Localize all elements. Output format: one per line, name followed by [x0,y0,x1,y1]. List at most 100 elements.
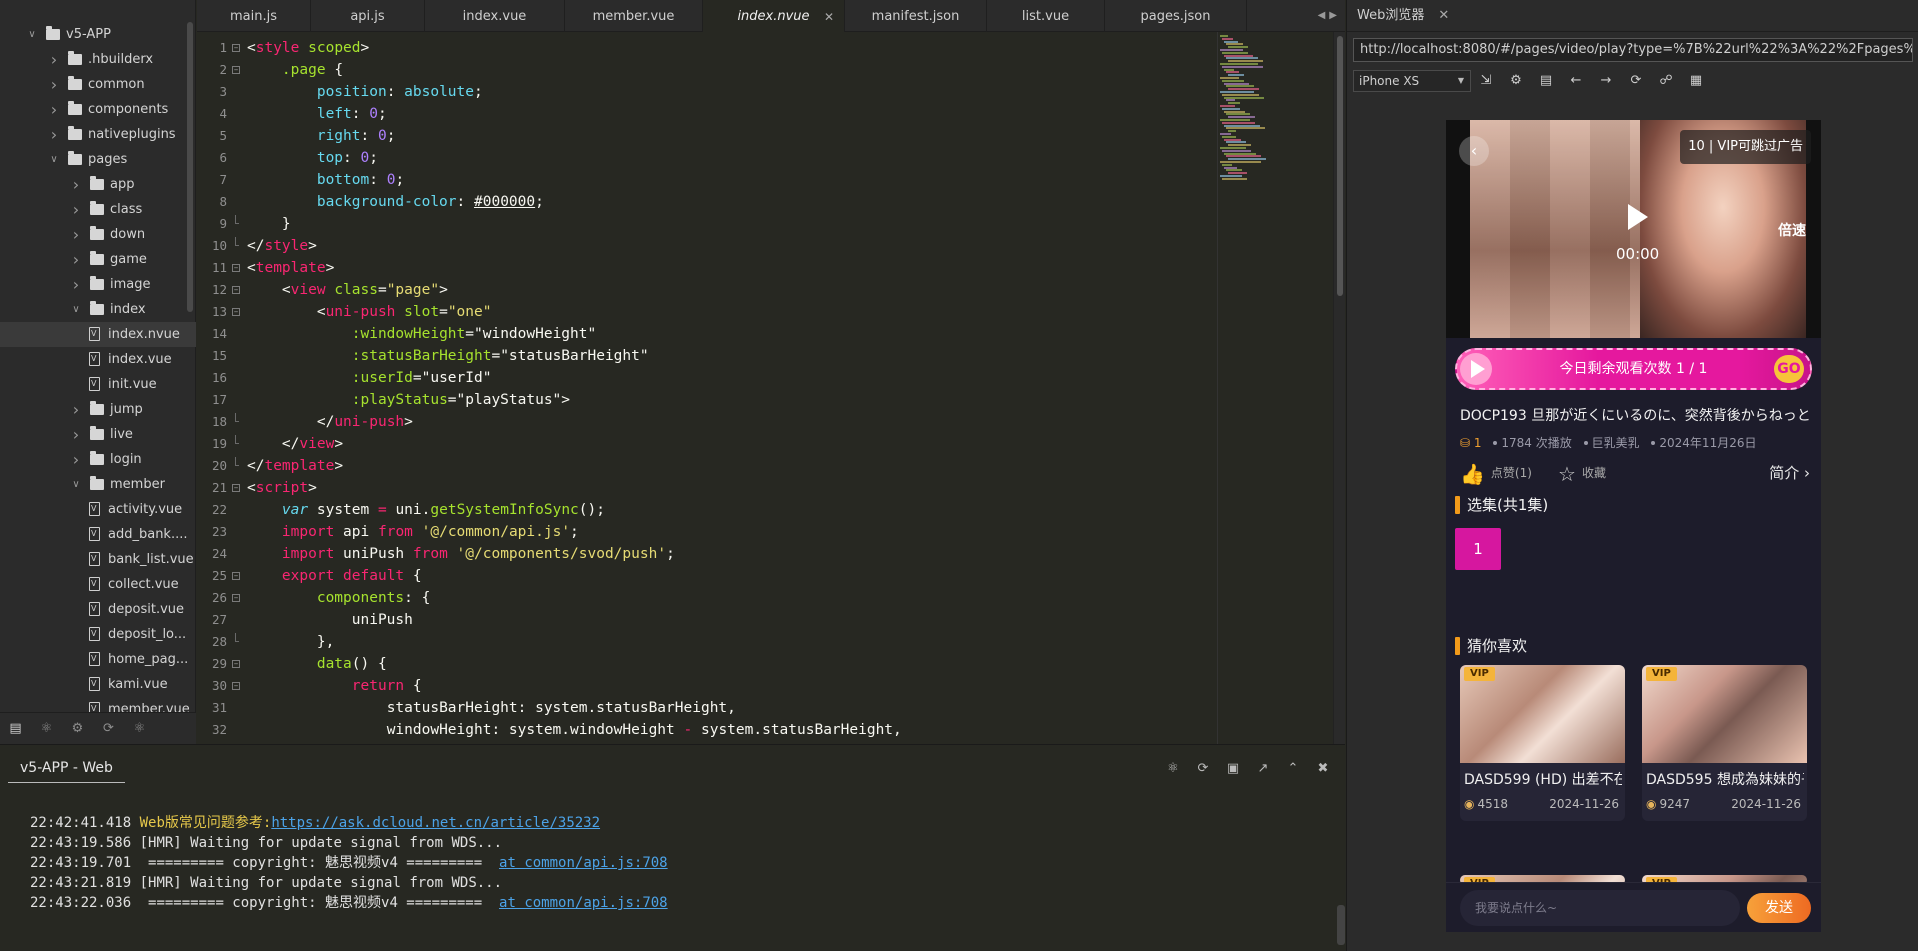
tree-folder[interactable]: › nativeplugins [0,122,196,147]
tree-folder[interactable]: ∨ index [0,297,196,322]
code-area[interactable]: 1− <style scoped> 2− .page {3 position: ab… [212,37,1297,741]
code-line[interactable]: 24 import uniPush from '@/components/svo… [212,543,1297,565]
chevron-right-icon[interactable]: › [48,122,60,147]
tree-file[interactable]: collect.vue [0,572,196,597]
fold-toggle-icon[interactable]: − [232,264,240,272]
tree-file[interactable]: member.vue [0,697,196,712]
code-line[interactable]: 20 </template> [212,455,1297,477]
tree-folder[interactable]: › .hbuilderx [0,47,196,72]
intro-button[interactable]: 简介 › [1769,460,1810,486]
fold-toggle-icon[interactable]: − [232,308,240,316]
sidebar-scrollbar[interactable] [187,22,193,312]
code-line[interactable]: 13− <uni-push slot="one" [212,301,1297,323]
tab-scroll-arrows-icon[interactable]: ◀▶ [1318,0,1341,32]
settings-icon[interactable]: ⚙ [1501,70,1531,92]
log-link[interactable]: at common/api.js:708 [499,895,668,911]
chevron-right-icon[interactable]: › [70,422,82,447]
editor-scrollbar[interactable] [1333,32,1345,744]
chevron-down-icon[interactable]: ∨ [70,472,82,497]
clear-icon[interactable]: ✖ [1313,759,1333,779]
send-button[interactable]: 发送 [1747,893,1811,923]
code-line[interactable]: 31 statusBarHeight: system.statusBarHeig… [212,697,1297,719]
video-card[interactable]: VIP DASD595 想成為妹妹的子... ◉9247 2024-11-26 [1642,665,1807,821]
video-card[interactable]: VIP DASD599 (HD) 出差不在... ◉4518 2024-11-2… [1460,665,1625,821]
tab-manifest-json[interactable]: manifest.json [845,0,987,32]
stop-icon[interactable]: ▣ [1223,759,1243,779]
fold-toggle-icon[interactable]: − [232,66,240,74]
code-line[interactable]: 4 left: 0; [219,103,1297,125]
back-icon[interactable]: ‹ [1459,136,1489,166]
code-line[interactable]: 17 :playStatus="playStatus"> [212,389,1297,411]
code-line[interactable]: 5 right: 0; [219,125,1297,147]
console-icon[interactable]: ▤ [1531,70,1561,92]
tree-file[interactable]: init.vue [0,372,196,397]
tree-file[interactable]: index.nvue [0,322,196,347]
tree-file[interactable]: deposit_lo... [0,622,196,647]
tree-file[interactable]: home_pag... [0,647,196,672]
url-input[interactable]: http://localhost:8080/#/pages/video/play… [1353,38,1913,62]
tree-folder[interactable]: ∨ pages [0,147,196,172]
tree-folder[interactable]: › image [0,272,196,297]
console-scrollbar[interactable] [1337,905,1345,945]
back-icon[interactable]: ← [1561,70,1591,92]
code-line[interactable]: 8 background-color: #000000; [219,191,1297,213]
fold-toggle-icon[interactable]: − [232,484,240,492]
device-select[interactable]: iPhone XS ▼ [1353,70,1471,92]
tools-icon[interactable]: ⚛ [124,713,155,745]
log-link[interactable]: https://ask.dcloud.net.cn/article/35232 [271,815,600,831]
tab-member-vue[interactable]: member.vue [565,0,703,32]
chevron-right-icon[interactable]: › [48,47,60,72]
tree-folder[interactable]: › class [0,197,196,222]
code-line[interactable]: 23 import api from '@/common/api.js'; [212,521,1297,543]
chevron-right-icon[interactable]: › [70,272,82,297]
code-editor[interactable]: 1− <style scoped> 2− .page {3 position: ab… [197,32,1345,744]
code-line[interactable]: 11− <template> [212,257,1297,279]
code-line[interactable]: 28 }, [212,631,1297,653]
open-external-icon[interactable]: ↗ [1253,759,1273,779]
code-line[interactable]: 19 </view> [212,433,1297,455]
code-line[interactable]: 9 } [219,213,1297,235]
bug-icon[interactable]: ⚛ [31,713,62,745]
scrollbar-thumb[interactable] [1337,36,1343,296]
chevron-down-icon[interactable]: ∨ [70,297,82,322]
collect-button[interactable]: ☆ 收藏 [1558,460,1606,486]
chevron-down-icon[interactable]: ∨ [26,22,38,47]
code-line[interactable]: 2− .page { [219,59,1297,81]
tab-pages-json[interactable]: pages.json [1105,0,1247,32]
code-line[interactable]: 30− return { [212,675,1297,697]
code-line[interactable]: 25− export default { [212,565,1297,587]
project-manager-icon[interactable]: ▤ [0,713,31,745]
chevron-right-icon[interactable]: › [70,222,82,247]
play-icon[interactable] [1628,204,1648,230]
lock-icon[interactable]: ☍ [1651,70,1681,92]
code-line[interactable]: 29− data() { [212,653,1297,675]
code-line[interactable]: 12− <view class="page"> [212,279,1297,301]
rotate-icon[interactable]: ⇲ [1471,70,1501,92]
chevron-right-icon[interactable]: › [70,397,82,422]
fold-toggle-icon[interactable]: − [232,594,240,602]
tab-main-js[interactable]: main.js [197,0,311,32]
restart-icon[interactable]: ⟳ [1193,759,1213,779]
close-icon[interactable]: ✕ [824,0,834,34]
console-tab[interactable]: v5-APP - Web [8,757,125,783]
tree-file[interactable]: bank_list.vue [0,547,196,572]
watch-count-banner[interactable]: 今日剩余观看次数 1 / 1 GO [1455,348,1812,390]
category-tag[interactable]: 巨乳美乳 [1592,436,1640,450]
video-player[interactable]: ‹ 10 | VIP可跳过广告 00:00 倍速 [1446,120,1821,338]
chevron-right-icon[interactable]: › [70,447,82,472]
chevron-right-icon[interactable]: › [70,247,82,272]
bug-icon[interactable]: ⚛ [1163,759,1183,779]
tree-folder[interactable]: › login [0,447,196,472]
tree-file[interactable]: activity.vue [0,497,196,522]
tree-folder[interactable]: › components [0,97,196,122]
chevron-down-icon[interactable]: ∨ [48,147,60,172]
tab-api-js[interactable]: api.js [311,0,425,32]
code-line[interactable]: 27 uniPush [212,609,1297,631]
tree-folder[interactable]: › down [0,222,196,247]
speed-button[interactable]: 倍速 [1778,220,1806,240]
code-line[interactable]: 22 var system = uni.getSystemInfoSync(); [212,499,1297,521]
tree-folder[interactable]: › game [0,247,196,272]
comment-input[interactable]: 我要说点什么~ [1460,890,1740,926]
fold-toggle-icon[interactable]: − [232,572,240,580]
chevron-right-icon[interactable]: › [70,197,82,222]
